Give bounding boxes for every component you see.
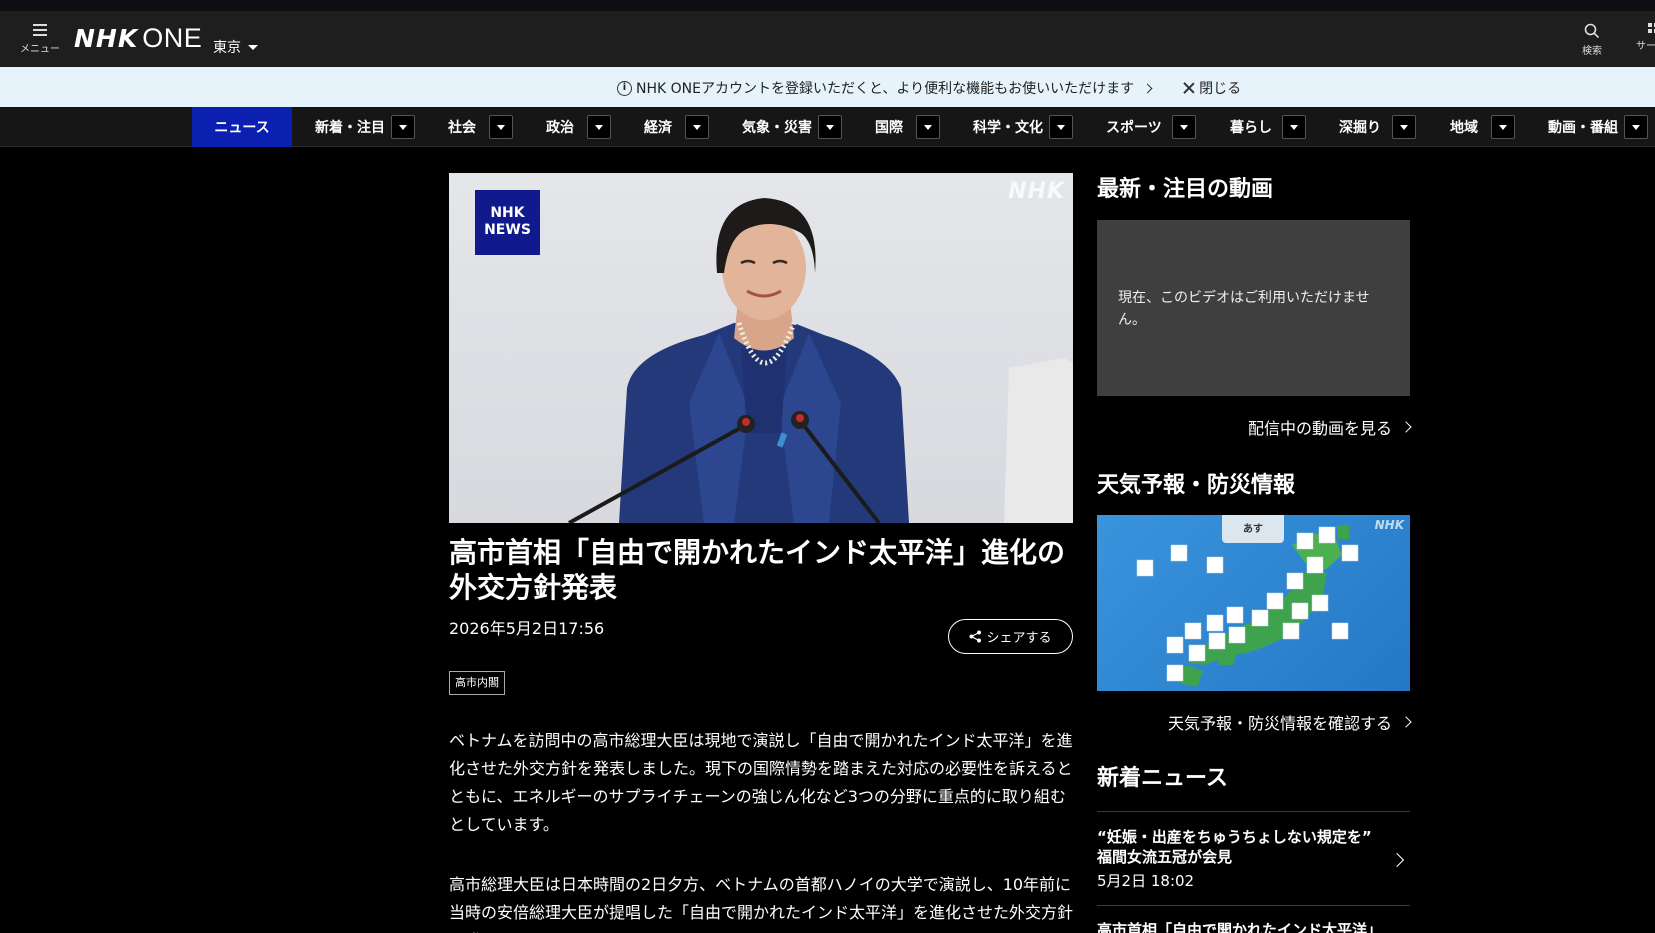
share-icon <box>969 630 982 643</box>
video-programs-dropdown-icon[interactable] <box>1624 115 1648 139</box>
video-more-link[interactable]: 配信中の動画を見る <box>1247 415 1412 439</box>
chevron-right-icon <box>1400 421 1412 433</box>
service-button[interactable]: サービス <box>1628 23 1655 52</box>
notice-text: NHK ONEアカウントを登録いただくと、より便利な機能もお使いいただけます <box>636 81 1135 97</box>
news-list-item[interactable]: 高市首相「自由で開かれたインド太平洋」 <box>1097 920 1410 933</box>
tab-deep-dive[interactable]: 深掘り <box>1339 107 1381 147</box>
region-label: 東京 <box>213 40 241 56</box>
tab-video-programs[interactable]: 動画・番組 <box>1548 107 1618 147</box>
science-culture-dropdown-icon[interactable] <box>1049 115 1073 139</box>
tab-news[interactable]: ニュース <box>192 107 292 147</box>
press-conference-photo <box>568 198 1073 523</box>
tab-latest[interactable]: 新着・注目 <box>315 107 385 147</box>
video-unavailable-message: 現在、このビデオはご利用いただけません。 <box>1118 290 1370 328</box>
weather-more-link[interactable]: 天気予報・防災情報を確認する <box>1167 710 1412 734</box>
badge-line1: NHK <box>490 205 525 221</box>
latest-news-title: 新着ニュース <box>1097 766 1228 791</box>
article-title: 高市首相「自由で開かれたインド太平洋」進化の外交方針発表 <box>449 536 1066 604</box>
top-strip <box>0 0 1655 11</box>
international-dropdown-icon[interactable] <box>916 115 940 139</box>
tab-international[interactable]: 国際 <box>875 107 903 147</box>
deep-dive-dropdown-icon[interactable] <box>1392 115 1416 139</box>
menu-button[interactable]: メニュー <box>20 23 60 59</box>
nhk-news-logo: NHK NEWS <box>475 190 540 255</box>
chevron-right-icon <box>1400 716 1412 728</box>
tab-region[interactable]: 地域 <box>1450 107 1478 147</box>
weather-tab-tomorrow[interactable]: あす <box>1222 515 1284 543</box>
tab-life[interactable]: 暮らし <box>1230 107 1272 147</box>
news-divider <box>1097 811 1410 812</box>
search-button[interactable]: 検索 <box>1572 23 1612 57</box>
account-notice-bar: i NHK ONEアカウントを登録いただくと、より便利な機能もお使いいただけます… <box>0 67 1655 107</box>
search-icon <box>1584 23 1600 39</box>
topic-tag[interactable]: 高市内閣 <box>449 671 505 695</box>
life-dropdown-icon[interactable] <box>1282 115 1306 139</box>
society-dropdown-icon[interactable] <box>489 115 513 139</box>
notice-close-button[interactable]: 閉じる <box>1183 78 1241 98</box>
latest-dropdown-icon[interactable] <box>391 115 415 139</box>
info-icon: i <box>617 80 632 96</box>
caret-down-icon <box>248 44 258 50</box>
sports-dropdown-icon[interactable] <box>1172 115 1196 139</box>
weather-disaster-dropdown-icon[interactable] <box>818 115 842 139</box>
badge-line2: NEWS <box>484 222 531 238</box>
logo-nhk: NHK <box>74 23 139 53</box>
video-player-placeholder[interactable]: 現在、このビデオはご利用いただけません。 <box>1097 220 1410 396</box>
share-label: シェアする <box>986 631 1052 646</box>
chevron-right-icon <box>1389 852 1405 868</box>
notice-link[interactable]: NHK ONEアカウントを登録いただくと、より便利な機能もお使いいただけます <box>636 78 1153 98</box>
menu-label: メニュー <box>20 44 60 55</box>
category-nav: ニュース 新着・注目 社会 政治 経済 気象・災害 国際 科学・文化 スポーツ … <box>0 107 1655 147</box>
weather-more-label: 天気予報・防災情報を確認する <box>1167 714 1392 733</box>
tab-politics[interactable]: 政治 <box>546 107 574 147</box>
weather-section-title: 天気予報・防災情報 <box>1097 473 1296 498</box>
news-list-item[interactable]: “妊娠・出産をちゅうちょしない規定を” 福間女流五冠が会見 5月2日 18:02 <box>1097 827 1410 891</box>
region-dropdown-icon[interactable] <box>1491 115 1515 139</box>
close-label: 閉じる <box>1199 81 1242 97</box>
news-item-title: 高市首相「自由で開かれたインド太平洋」 <box>1097 921 1383 933</box>
logo-one: ONE <box>142 22 203 53</box>
nhk-one-logo[interactable]: NHK ONE <box>74 23 202 53</box>
economy-dropdown-icon[interactable] <box>685 115 709 139</box>
article-hero-image[interactable]: NHK NEWS NHK <box>449 173 1073 523</box>
tab-society[interactable]: 社会 <box>448 107 476 147</box>
share-button[interactable]: シェアする <box>948 619 1073 654</box>
tab-weather-disaster[interactable]: 気象・災害 <box>742 107 812 147</box>
chevron-right-icon <box>1142 83 1153 93</box>
video-more-label: 配信中の動画を見る <box>1247 419 1392 438</box>
weather-watermark: NHK <box>1374 518 1404 532</box>
video-section-title: 最新・注目の動画 <box>1097 177 1274 202</box>
news-item-date: 5月2日 18:02 <box>1097 872 1195 890</box>
search-label: 検索 <box>1582 46 1602 57</box>
article-paragraph-2: 高市総理大臣は日本時間の2日夕方、ベトナムの首都ハノイの大学で演説し、10年前に… <box>449 875 1074 933</box>
weather-map[interactable]: あす NHK <box>1097 515 1410 691</box>
article-date: 2026年5月2日17:56 <box>449 619 605 638</box>
close-icon <box>1183 82 1195 94</box>
region-selector[interactable]: 東京 <box>213 37 258 57</box>
image-watermark: NHK <box>1008 179 1065 204</box>
grid-icon <box>1648 23 1655 33</box>
news-item-title: “妊娠・出産をちゅうちょしない規定を” 福間女流五冠が会見 <box>1097 828 1372 866</box>
service-label: サービス <box>1636 41 1655 52</box>
site-header: メニュー NHK ONE 東京 検索 サービス <box>0 11 1655 67</box>
news-divider <box>1097 905 1410 906</box>
tab-economy[interactable]: 経済 <box>644 107 672 147</box>
tab-sports[interactable]: スポーツ <box>1106 107 1162 147</box>
hamburger-icon <box>33 23 47 36</box>
politics-dropdown-icon[interactable] <box>587 115 611 139</box>
article-paragraph-1: ベトナムを訪問中の高市総理大臣は現地で演説し「自由で開かれたインド太平洋」を進化… <box>449 731 1073 834</box>
tab-science-culture[interactable]: 科学・文化 <box>973 107 1043 147</box>
